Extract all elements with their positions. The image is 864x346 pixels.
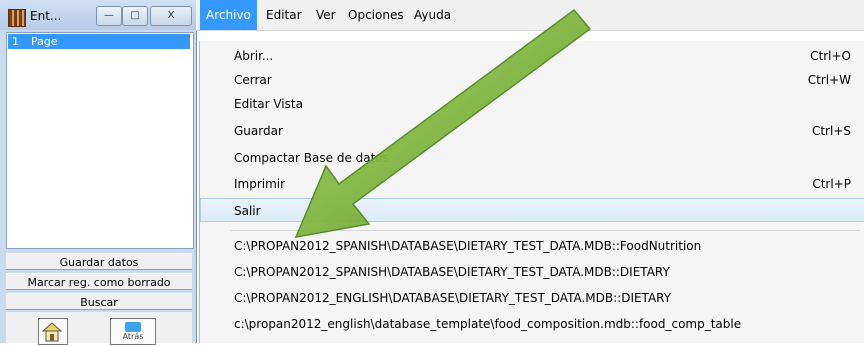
window-title: Ent... (30, 9, 62, 23)
back-arrow-icon (125, 322, 141, 332)
menu-item-label: Salir (234, 204, 261, 218)
back-button[interactable]: Atrás (110, 318, 156, 345)
home-button[interactable] (38, 318, 68, 345)
entries-window: Ent... — □ X 1 Page Guardar datos Marcar … (0, 0, 197, 345)
menu-opciones[interactable]: Opciones (342, 0, 410, 30)
menu-ayuda[interactable]: Ayuda (408, 0, 457, 30)
menu-item-label: Compactar Base de datos (234, 151, 389, 165)
menu-item-label: Imprimir (234, 177, 286, 191)
page-list[interactable]: 1 Page (6, 32, 194, 249)
list-item-label: Page (31, 35, 58, 48)
close-button[interactable]: X (150, 6, 192, 26)
search-button[interactable]: Buscar (6, 293, 192, 310)
menu-item-shortcut: Ctrl+O (810, 49, 851, 63)
save-data-label: Guardar datos (59, 256, 139, 269)
recent-file-path: c:\propan2012_english\database_template\… (234, 317, 742, 331)
menu-ver[interactable]: Ver (310, 0, 342, 30)
menu-item-shortcut: Ctrl+P (812, 177, 851, 191)
menu-item-compactar[interactable]: Compactar Base de datos (200, 146, 864, 170)
recent-file-item[interactable]: C:\PROPAN2012_SPANISH\DATABASE\DIETARY_T… (200, 260, 864, 284)
save-data-button[interactable]: Guardar datos (6, 253, 192, 270)
recent-file-item[interactable]: c:\propan2012_english\database_template\… (200, 312, 864, 336)
window-titlebar[interactable]: Ent... — □ X (0, 0, 196, 30)
home-icon (41, 322, 63, 342)
maximize-button[interactable]: □ (122, 6, 148, 26)
mark-deleted-label: Marcar reg. como borrado (27, 276, 171, 289)
recent-file-item[interactable]: C:\PROPAN2012_SPANISH\DATABASE\DIETARY_T… (200, 234, 864, 258)
app-icon (8, 9, 26, 27)
recent-file-item[interactable]: C:\PROPAN2012_ENGLISH\DATABASE\DIETARY_T… (200, 286, 864, 310)
menu-item-guardar[interactable]: Guardar Ctrl+S (200, 119, 864, 143)
recent-file-path: C:\PROPAN2012_SPANISH\DATABASE\DIETARY_T… (234, 239, 702, 253)
menu-item-cerrar[interactable]: Cerrar Ctrl+W (200, 68, 864, 92)
menu-item-editar-vista[interactable]: Editar Vista (200, 92, 864, 116)
menu-item-shortcut: Ctrl+S (811, 124, 851, 138)
nav-button-area (6, 312, 192, 343)
menu-item-label: Guardar (234, 124, 283, 138)
menu-editar[interactable]: Editar (260, 0, 308, 30)
menu-item-shortcut: Ctrl+W (807, 73, 851, 87)
recent-file-path: C:\PROPAN2012_ENGLISH\DATABASE\DIETARY_T… (234, 291, 672, 305)
menu-bar: Archivo Editar Ver Opciones Ayuda (196, 0, 864, 31)
minimize-button[interactable]: — (96, 6, 122, 26)
menu-item-label: Abrir... (234, 49, 274, 63)
recent-file-path: C:\PROPAN2012_SPANISH\DATABASE\DIETARY_T… (234, 265, 670, 279)
menu-item-abrir[interactable]: Abrir... Ctrl+O (200, 44, 864, 68)
list-item-number: 1 (12, 35, 19, 48)
menu-item-label: Cerrar (234, 73, 272, 87)
archivo-menu: Abrir... Ctrl+O Cerrar Ctrl+W Editar Vis… (199, 41, 864, 343)
list-item[interactable]: 1 Page (8, 34, 190, 49)
mark-deleted-button[interactable]: Marcar reg. como borrado (6, 273, 192, 290)
search-label: Buscar (80, 296, 118, 309)
menu-separator (230, 230, 860, 231)
back-label: Atrás (122, 332, 144, 341)
menu-item-imprimir[interactable]: Imprimir Ctrl+P (200, 172, 864, 196)
menu-archivo[interactable]: Archivo (200, 0, 257, 30)
menu-item-salir[interactable]: Salir (200, 198, 864, 222)
menu-item-label: Editar Vista (234, 97, 303, 111)
